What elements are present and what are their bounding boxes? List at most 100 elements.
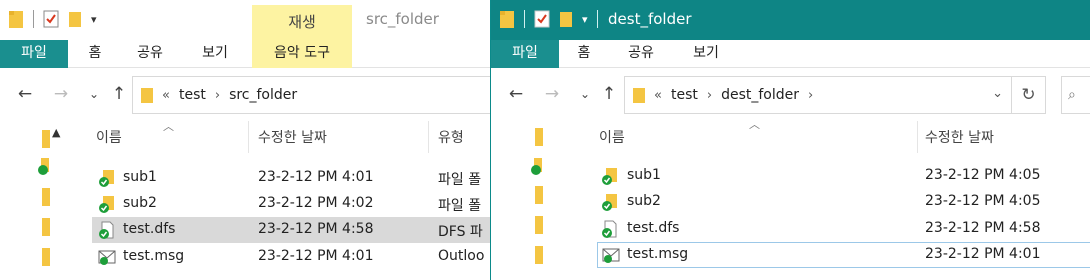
file-name: test.dfs xyxy=(627,220,680,236)
folder-icon[interactable] xyxy=(533,216,543,234)
breadcrumb-overflow[interactable]: « xyxy=(654,88,662,103)
src-folder-window: ▾ 재생 src_folder 파일 홈 공유 보기 음악 도구 ← → ⌄ ↑… xyxy=(0,0,490,280)
sort-ascending-icon: ︿ xyxy=(163,120,174,133)
dest-folder-window: ▾ dest_folder 파일 홈 공유 보기 ← → ⌄ ↑ « test … xyxy=(490,0,1090,280)
navigation-pane[interactable] xyxy=(491,118,569,280)
file-date: 23-2-12 PM 4:01 xyxy=(258,248,374,264)
synced-folder-icon xyxy=(602,194,617,211)
file-row-test-dfs[interactable]: test.dfs 23-2-12 PM 4:58 xyxy=(597,216,1090,242)
up-arrow-icon[interactable]: ↑ xyxy=(598,84,620,104)
column-header-name[interactable]: 이름 xyxy=(96,121,122,153)
recent-locations-chevron-icon[interactable]: ⌄ xyxy=(83,87,105,101)
tab-file[interactable]: 파일 xyxy=(491,40,559,68)
sync-folder-icon[interactable] xyxy=(531,158,543,176)
folder-icon[interactable] xyxy=(40,248,50,266)
properties-icon[interactable] xyxy=(534,10,550,28)
folder-icon[interactable] xyxy=(533,186,543,204)
tab-share[interactable]: 공유 xyxy=(621,40,661,68)
column-divider[interactable] xyxy=(428,121,429,153)
context-tab-play[interactable]: 재생 xyxy=(252,5,352,40)
folder-icon[interactable] xyxy=(533,246,543,264)
title-bar[interactable]: ▾ 재생 src_folder xyxy=(0,0,490,40)
file-name: sub1 xyxy=(123,169,157,185)
window-title: dest_folder xyxy=(608,10,692,28)
chevron-right-icon[interactable]: › xyxy=(707,88,712,103)
mail-message-icon xyxy=(98,250,116,265)
chevron-right-icon[interactable]: › xyxy=(215,88,220,103)
folder-icon[interactable] xyxy=(8,9,24,29)
synced-folder-icon xyxy=(99,170,114,187)
file-date: 23-2-12 PM 4:01 xyxy=(258,169,374,185)
file-row-sub2[interactable]: sub2 23-2-12 PM 4:05 xyxy=(597,189,1090,215)
file-row-test-dfs[interactable]: test.dfs 23-2-12 PM 4:58 DFS 파 xyxy=(92,217,490,243)
column-header-date[interactable]: 수정한 날짜 xyxy=(925,121,994,153)
file-row-sub1[interactable]: sub1 23-2-12 PM 4:05 xyxy=(597,163,1090,189)
file-name: sub2 xyxy=(627,193,661,209)
column-divider[interactable] xyxy=(917,121,918,153)
forward-arrow-icon[interactable]: → xyxy=(50,84,72,104)
synced-folder-icon xyxy=(99,196,114,213)
file-date: 23-2-12 PM 4:05 xyxy=(925,167,1041,183)
new-folder-icon[interactable] xyxy=(559,10,573,28)
tab-view[interactable]: 보기 xyxy=(195,40,235,68)
tab-music-tools[interactable]: 음악 도구 xyxy=(252,40,352,68)
properties-icon[interactable] xyxy=(43,10,59,28)
folder-icon[interactable] xyxy=(499,9,515,29)
toolbar-separator xyxy=(524,10,525,28)
toolbar-separator xyxy=(596,10,598,28)
tab-home[interactable]: 홈 xyxy=(569,40,599,68)
search-icon[interactable]: ⌕ xyxy=(1061,76,1090,114)
folder-icon[interactable] xyxy=(40,218,50,236)
file-row-test-msg[interactable]: test.msg 23-2-12 PM 4:01 Outloo xyxy=(92,244,490,270)
tab-file[interactable]: 파일 xyxy=(0,40,68,68)
breadcrumb-test[interactable]: test xyxy=(671,87,698,103)
tab-home[interactable]: 홈 xyxy=(80,40,110,68)
chevron-right-icon[interactable]: › xyxy=(808,88,813,103)
scroll-up-icon[interactable]: ▲ xyxy=(52,126,60,139)
mail-message-icon xyxy=(602,248,620,263)
back-arrow-icon[interactable]: ← xyxy=(14,84,36,104)
folder-icon[interactable] xyxy=(40,130,50,148)
address-dropdown-chevron-icon[interactable]: ⌄ xyxy=(992,86,1003,101)
tab-view[interactable]: 보기 xyxy=(686,40,726,68)
address-bar[interactable]: « test › src_folder xyxy=(132,76,490,114)
toolbar-separator xyxy=(33,10,34,28)
breadcrumb-test[interactable]: test xyxy=(179,87,206,103)
folder-icon[interactable] xyxy=(40,188,50,206)
column-header-name[interactable]: 이름 xyxy=(599,121,625,153)
column-header-type[interactable]: 유형 xyxy=(438,121,464,153)
window-title: src_folder xyxy=(366,10,439,28)
column-divider[interactable] xyxy=(248,121,249,153)
file-name: test.msg xyxy=(627,246,689,262)
column-header-date[interactable]: 수정한 날짜 xyxy=(258,121,327,153)
file-type: DFS 파 xyxy=(438,224,483,240)
refresh-icon[interactable]: ↻ xyxy=(1012,76,1046,114)
breadcrumb-src-folder[interactable]: src_folder xyxy=(229,87,297,103)
navigation-pane[interactable]: ▲ xyxy=(0,118,78,280)
up-arrow-icon[interactable]: ↑ xyxy=(108,84,130,104)
file-row-test-msg[interactable]: test.msg 23-2-12 PM 4:01 xyxy=(597,242,1090,268)
navigation-bar: ← → ⌄ ↑ « test › dest_folder › ⌄ ↻ ⌕ xyxy=(491,76,1090,116)
address-bar[interactable]: « test › dest_folder › ⌄ xyxy=(624,76,1012,114)
tab-share[interactable]: 공유 xyxy=(130,40,170,68)
file-row-sub2[interactable]: sub2 23-2-12 PM 4:02 파일 폴 xyxy=(92,191,490,217)
new-folder-icon[interactable] xyxy=(68,10,82,28)
file-name: test.msg xyxy=(123,248,185,264)
customize-qat-icon[interactable]: ▾ xyxy=(582,13,588,26)
file-row-sub1[interactable]: sub1 23-2-12 PM 4:01 파일 폴 xyxy=(92,165,490,191)
sync-folder-icon[interactable] xyxy=(38,158,50,176)
forward-arrow-icon[interactable]: → xyxy=(541,84,563,104)
back-arrow-icon[interactable]: ← xyxy=(505,84,527,104)
customize-qat-icon[interactable]: ▾ xyxy=(91,13,97,26)
recent-locations-chevron-icon[interactable]: ⌄ xyxy=(574,87,596,101)
folder-icon[interactable] xyxy=(533,128,543,146)
file-type: 파일 폴 xyxy=(438,198,482,214)
file-name: sub1 xyxy=(627,167,661,183)
breadcrumb-dest-folder[interactable]: dest_folder xyxy=(721,87,799,103)
file-date: 23-2-12 PM 4:58 xyxy=(925,220,1041,236)
title-bar[interactable]: ▾ dest_folder xyxy=(491,0,1090,40)
breadcrumb-overflow[interactable]: « xyxy=(162,88,170,103)
synced-file-icon xyxy=(602,220,617,238)
ribbon-tabs: 파일 홈 공유 보기 음악 도구 xyxy=(0,40,490,68)
file-type: 파일 폴 xyxy=(438,172,482,188)
